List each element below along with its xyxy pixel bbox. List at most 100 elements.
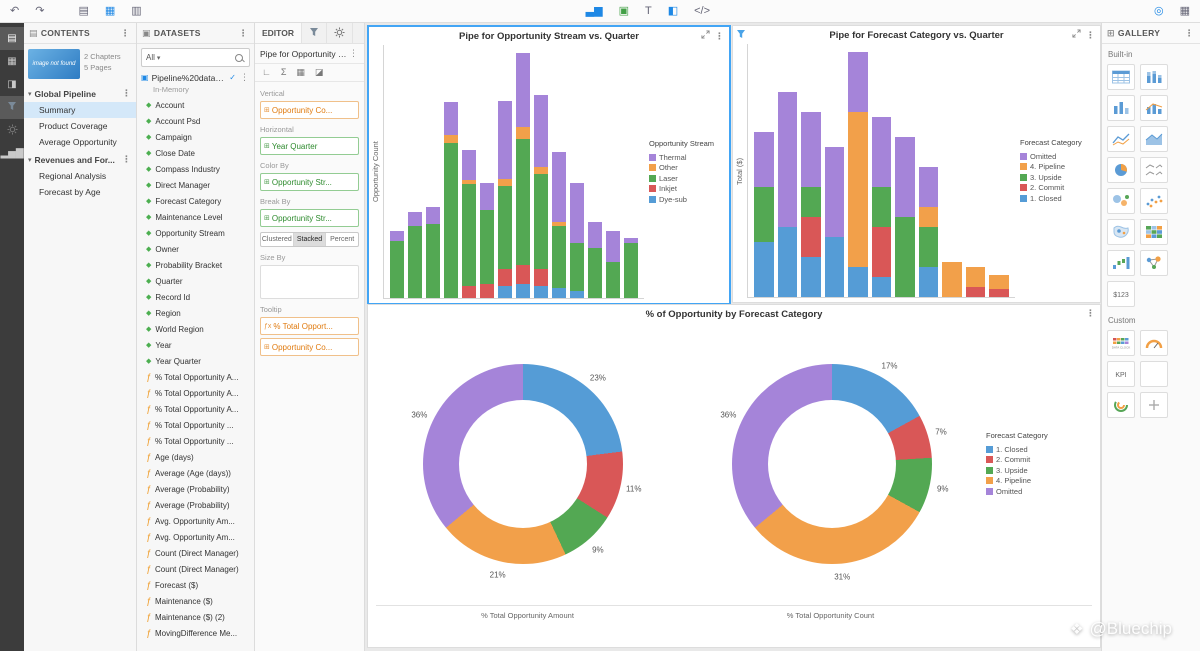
stacked-bar[interactable] xyxy=(588,222,602,298)
page-item[interactable]: Average Opportunity xyxy=(24,134,136,150)
stacked-bar[interactable] xyxy=(942,262,962,297)
attribute-item[interactable]: ◆ Account xyxy=(137,97,254,113)
insert-html-icon[interactable]: </> xyxy=(694,6,710,17)
legend-item[interactable]: Omitted xyxy=(1020,152,1098,161)
stacked-bar[interactable] xyxy=(895,137,915,297)
maximize-icon[interactable] xyxy=(1072,29,1081,41)
combo-chart-tile[interactable] xyxy=(1140,95,1168,121)
legend-item[interactable]: 4. Pipeline xyxy=(986,476,1096,485)
metric-item[interactable]: ƒ Average (Probability) xyxy=(137,481,254,497)
viz-menu-icon[interactable]: ⋮ xyxy=(714,31,725,42)
waterfall-tile[interactable] xyxy=(1107,250,1135,276)
stacked-bar[interactable] xyxy=(801,112,821,297)
toggle-option[interactable]: Stacked xyxy=(294,233,327,246)
page-item[interactable]: Forecast by Age xyxy=(24,184,136,200)
viz-menu-icon[interactable]: ⋮ xyxy=(1085,30,1096,41)
attribute-item[interactable]: ◆ Year xyxy=(137,337,254,353)
metric-item[interactable]: ƒ % Total Opportunity A... xyxy=(137,385,254,401)
kpi-tile[interactable]: $123 xyxy=(1107,281,1135,307)
insert-text-icon[interactable]: T xyxy=(645,6,652,17)
gallery-menu-icon[interactable]: ⋮ xyxy=(1184,28,1195,39)
attribute-item[interactable]: ◆ Direct Manager xyxy=(137,177,254,193)
legend-item[interactable]: Dye-sub xyxy=(649,195,727,204)
legend-item[interactable]: 2. Commit xyxy=(986,455,1096,464)
legend-item[interactable]: 4. Pipeline xyxy=(1020,162,1098,171)
stacked-bar[interactable] xyxy=(516,53,530,298)
metric-item[interactable]: ƒ Maintenance ($) (2) xyxy=(137,609,254,625)
chapter-global-pipeline[interactable]: ▾ Global Pipeline ⋮ xyxy=(24,84,136,102)
filter-panel-icon[interactable] xyxy=(0,96,24,119)
kpi-widget-tile[interactable]: KPI xyxy=(1107,361,1135,387)
chapter-menu-icon[interactable]: ⋮ xyxy=(121,88,132,99)
legend-item[interactable]: 2. Commit xyxy=(1020,183,1098,192)
stacked-bar[interactable] xyxy=(624,238,638,298)
horizontal-drop-zone-chip[interactable]: ⊞ Year Quarter xyxy=(260,137,359,155)
toggle-option[interactable]: Clustered xyxy=(261,233,294,246)
stacked-bar[interactable] xyxy=(534,95,548,298)
attribute-item[interactable]: ◆ Quarter xyxy=(137,273,254,289)
attribute-item[interactable]: ◆ Forecast Category xyxy=(137,193,254,209)
legend-item[interactable]: 1. Closed xyxy=(1020,194,1098,203)
contents-panel-icon[interactable]: ▤ xyxy=(0,27,24,50)
grid-options-icon[interactable]: ▦ xyxy=(296,67,305,78)
chevron-down-icon[interactable]: ▾ xyxy=(28,156,32,164)
gallery-toggle-icon[interactable]: ▦ xyxy=(1180,6,1190,17)
rings-tile[interactable] xyxy=(1107,392,1135,418)
add-data-icon[interactable]: ▦ xyxy=(105,6,115,17)
insert-visualization-icon[interactable]: ▃▆ xyxy=(586,6,603,17)
attribute-item[interactable]: ◆ World Region xyxy=(137,321,254,337)
metric-item[interactable]: ƒ Count (Direct Manager) xyxy=(137,545,254,561)
scatter-plot-tile[interactable] xyxy=(1140,188,1168,214)
stacked-bar[interactable] xyxy=(408,212,422,298)
metric-item[interactable]: ƒ Average (Probability) xyxy=(137,497,254,513)
area-chart-tile[interactable] xyxy=(1140,126,1168,152)
stacked-bar[interactable] xyxy=(552,152,566,298)
tooltip-chip[interactable]: ⊞ Opportunity Co... xyxy=(260,338,359,356)
stacked-bar[interactable] xyxy=(498,101,512,298)
stacked-bar[interactable] xyxy=(848,52,868,297)
viz-menu-icon[interactable]: ⋮ xyxy=(1085,308,1096,319)
metric-item[interactable]: ƒ Avg. Opportunity Am... xyxy=(137,513,254,529)
format-panel-icon[interactable]: ◨ xyxy=(0,73,24,96)
legend-item[interactable]: Inkjet xyxy=(649,184,727,193)
data-clock-tile[interactable]: DATA CLOCK xyxy=(1107,330,1135,356)
page-item[interactable]: Regional Analysis xyxy=(24,168,136,184)
stacked-bar[interactable] xyxy=(825,147,845,297)
attribute-item[interactable]: ◆ Account Psd xyxy=(137,113,254,129)
metric-item[interactable]: ƒ Avg. Opportunity Am... xyxy=(137,529,254,545)
attribute-item[interactable]: ◆ Record Id xyxy=(137,289,254,305)
stacked-bar[interactable] xyxy=(872,117,892,297)
attribute-item[interactable]: ◆ Close Date xyxy=(137,145,254,161)
stacked-bar[interactable] xyxy=(606,231,620,298)
grid-tile[interactable] xyxy=(1107,64,1135,90)
attribute-item[interactable]: ◆ Region xyxy=(137,305,254,321)
datasets-panel-icon[interactable]: ▦ xyxy=(0,50,24,73)
toggle-option[interactable]: Percent xyxy=(326,233,358,246)
dossier-thumbnail[interactable]: image not found xyxy=(28,49,80,79)
metric-item[interactable]: ƒ % Total Opportunity ... xyxy=(137,433,254,449)
dataset-menu-icon[interactable]: ⋮ xyxy=(239,72,250,83)
vertical-drop-zone-chip[interactable]: ⊞ Opportunity Co... xyxy=(260,101,359,119)
dataset-row[interactable]: ▣ Pipeline%20data%2... ✓ ⋮ xyxy=(137,70,254,85)
stacked-bar[interactable] xyxy=(426,207,440,298)
viz-forecast-category[interactable]: Pipe for Forecast Category vs. Quarter ⋮… xyxy=(732,25,1101,303)
size-by-drop-zone[interactable] xyxy=(260,265,359,299)
page-item[interactable]: Summary xyxy=(24,102,136,118)
gauge-tile[interactable] xyxy=(1140,330,1168,356)
dataset-search[interactable]: All ▾ xyxy=(141,48,250,67)
page-item[interactable]: Product Coverage xyxy=(24,118,136,134)
filter-dropdown[interactable]: All xyxy=(146,53,155,62)
chevron-down-icon[interactable]: ▾ xyxy=(28,90,32,98)
stacked-bar-tile[interactable] xyxy=(1140,64,1168,90)
legend-item[interactable]: Laser xyxy=(649,174,727,183)
datasets-menu-icon[interactable]: ⋮ xyxy=(238,28,249,39)
legend-item[interactable]: 1. Closed xyxy=(986,445,1096,454)
tab-filter[interactable] xyxy=(302,23,327,43)
legend-item[interactable]: 3. Upside xyxy=(1020,173,1098,182)
stacked-bar[interactable] xyxy=(390,231,404,298)
attribute-item[interactable]: ◆ Opportunity Stream xyxy=(137,225,254,241)
attribute-item[interactable]: ◆ Compass Industry xyxy=(137,161,254,177)
attribute-item[interactable]: ◆ Year Quarter xyxy=(137,353,254,369)
settings-panel-icon[interactable] xyxy=(0,119,24,142)
new-page-icon[interactable]: ▤ xyxy=(78,6,88,17)
